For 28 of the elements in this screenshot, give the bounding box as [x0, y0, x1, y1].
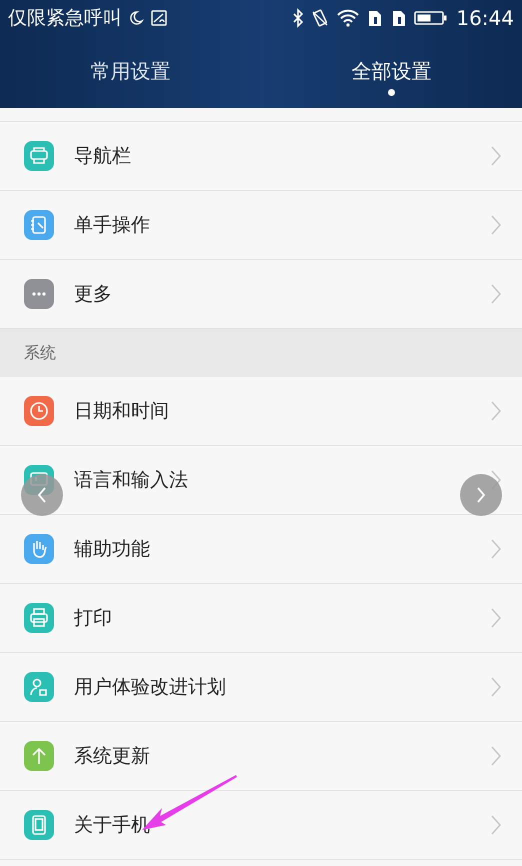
settings-item[interactable]: 单手操作 [0, 191, 522, 260]
chevron-icon [490, 400, 502, 422]
chevron-icon [490, 676, 502, 698]
settings-item[interactable]: 导航栏 [0, 122, 522, 191]
chevron-icon [490, 745, 502, 767]
chevron-icon [490, 145, 502, 167]
chevron-icon [490, 814, 502, 836]
carrier-text: 仅限紧急呼叫 [8, 6, 122, 31]
battery-icon [414, 9, 448, 27]
section-header: 系统 [24, 342, 56, 364]
next-button[interactable] [460, 474, 502, 516]
tab[interactable]: 常用设置 [0, 36, 261, 108]
tab[interactable]: 全部设置 [261, 36, 522, 108]
chevron-icon [490, 214, 502, 236]
previous-button[interactable] [21, 474, 63, 516]
clock-time: 16:44 [456, 6, 514, 30]
chevron-icon [490, 283, 502, 305]
image-icon [150, 9, 168, 27]
settings-item[interactable]: 日期和时间 [0, 377, 522, 446]
wifi-icon [336, 8, 360, 28]
moon-icon [128, 10, 144, 26]
chevron-icon [490, 538, 502, 560]
chevron-icon [490, 607, 502, 629]
settings-item[interactable]: 辅助功能 [0, 515, 522, 584]
settings-item[interactable]: 打印 [0, 584, 522, 653]
settings-item[interactable]: 用户体验改进计划 [0, 653, 522, 722]
bluetooth-icon [292, 8, 304, 28]
settings-item[interactable]: 系统更新 [0, 722, 522, 791]
